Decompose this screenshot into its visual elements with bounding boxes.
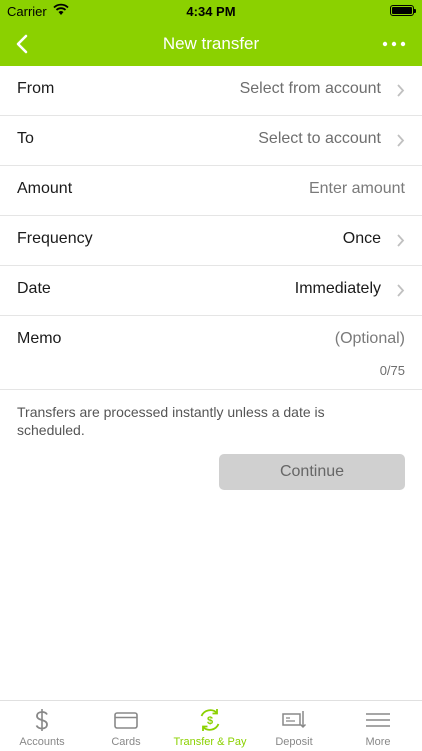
amount-row[interactable]: Amount Enter amount	[0, 166, 422, 216]
continue-button[interactable]: Continue	[219, 454, 405, 490]
card-icon	[114, 712, 138, 729]
tab-label: Accounts	[19, 736, 65, 748]
tab-deposit[interactable]: Deposit	[252, 701, 336, 751]
tab-label: Cards	[111, 736, 141, 748]
from-value: Select from account	[239, 80, 381, 97]
frequency-value: Once	[342, 230, 381, 247]
battery-icon	[390, 5, 416, 16]
tab-cards[interactable]: Cards	[84, 701, 168, 751]
chevron-right-icon	[397, 284, 405, 297]
tab-accounts[interactable]: Accounts	[0, 701, 84, 751]
tab-label: Deposit	[275, 736, 313, 748]
chevron-right-icon	[397, 84, 405, 97]
status-time: 4:34 PM	[186, 4, 236, 19]
more-options-icon[interactable]	[380, 34, 408, 54]
memo-row[interactable]: Memo (Optional) 0/75	[0, 316, 422, 390]
to-value: Select to account	[258, 130, 381, 147]
to-label: To	[17, 130, 34, 147]
tab-label: More	[365, 736, 391, 748]
svg-text:$: $	[207, 715, 213, 727]
frequency-label: Frequency	[17, 230, 93, 247]
date-value: Immediately	[294, 280, 381, 297]
memo-char-counter: 0/75	[379, 363, 405, 378]
amount-label: Amount	[17, 180, 73, 197]
frequency-row[interactable]: Frequency Once	[0, 216, 422, 266]
date-row[interactable]: Date Immediately	[0, 266, 422, 316]
tab-more[interactable]: More	[336, 701, 420, 751]
menu-icon	[366, 713, 390, 727]
from-account-row[interactable]: From Select from account	[0, 66, 422, 116]
transfer-icon: $	[200, 709, 220, 731]
transfer-form: From Select from account To Select to ac…	[0, 66, 422, 390]
from-label: From	[17, 80, 55, 97]
status-bar: Carrier 4:34 PM	[0, 0, 422, 22]
to-account-row[interactable]: To Select to account	[0, 116, 422, 166]
page-title: New transfer	[162, 34, 260, 53]
amount-input[interactable]: Enter amount	[309, 180, 405, 198]
transfer-info-text: Transfers are processed instantly unless…	[17, 404, 325, 438]
dollar-icon	[35, 709, 48, 731]
chevron-right-icon	[397, 234, 405, 247]
tab-label: Transfer & Pay	[173, 736, 247, 748]
check-deposit-icon	[282, 711, 307, 729]
tab-transfer-pay[interactable]: $ Transfer & Pay	[168, 701, 252, 751]
chevron-right-icon	[397, 134, 405, 147]
memo-label: Memo	[17, 330, 62, 347]
date-label: Date	[17, 280, 51, 297]
nav-bar: New transfer	[0, 22, 422, 66]
tab-bar: Accounts Cards $ Transfer & Pay Deposit …	[0, 700, 422, 751]
memo-input[interactable]: (Optional)	[335, 330, 405, 348]
